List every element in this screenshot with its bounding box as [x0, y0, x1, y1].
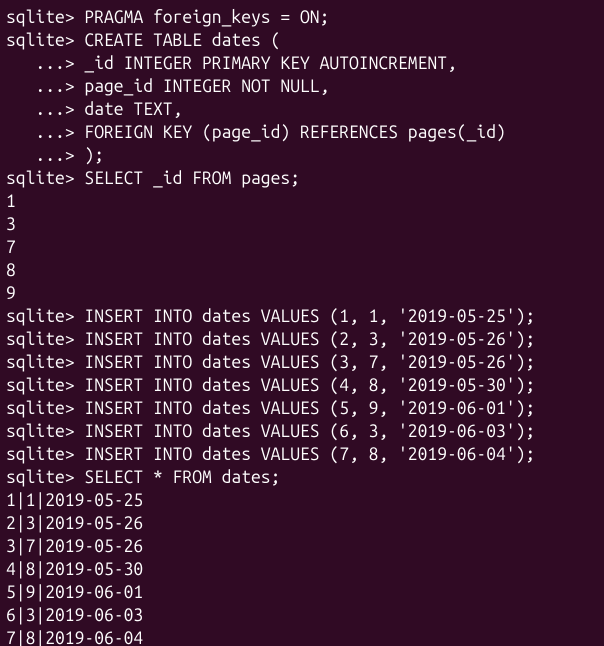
command-text: date TEXT,: [84, 100, 182, 119]
terminal-line: ...> FOREIGN KEY (page_id) REFERENCES pa…: [6, 121, 598, 144]
terminal-line: 1|1|2019-05-25: [6, 489, 598, 512]
terminal-line: ...> );: [6, 144, 598, 167]
sqlite-prompt: sqlite>: [6, 445, 84, 464]
continuation-prompt: ...>: [6, 100, 84, 119]
terminal-line: sqlite> INSERT INTO dates VALUES (2, 3, …: [6, 328, 598, 351]
terminal-line: 4|8|2019-05-30: [6, 558, 598, 581]
continuation-prompt: ...>: [6, 123, 84, 142]
continuation-prompt: ...>: [6, 54, 84, 73]
output-text: 8: [6, 261, 16, 280]
sqlite-prompt: sqlite>: [6, 353, 84, 372]
command-text: CREATE TABLE dates (: [84, 31, 280, 50]
command-text: PRAGMA foreign_keys = ON;: [84, 8, 329, 27]
command-text: page_id INTEGER NOT NULL,: [84, 77, 329, 96]
terminal-line: sqlite> CREATE TABLE dates (: [6, 29, 598, 52]
terminal-line: 8: [6, 259, 598, 282]
continuation-prompt: ...>: [6, 146, 84, 165]
terminal-line: 9: [6, 282, 598, 305]
terminal-line: sqlite> INSERT INTO dates VALUES (5, 9, …: [6, 397, 598, 420]
command-text: INSERT INTO dates VALUES (7, 8, '2019-06…: [84, 445, 535, 464]
command-text: INSERT INTO dates VALUES (6, 3, '2019-06…: [84, 422, 535, 441]
sqlite-prompt: sqlite>: [6, 330, 84, 349]
sqlite-prompt: sqlite>: [6, 376, 84, 395]
terminal-line: 1: [6, 190, 598, 213]
command-text: _id INTEGER PRIMARY KEY AUTOINCREMENT,: [84, 54, 456, 73]
terminal-line: sqlite> INSERT INTO dates VALUES (6, 3, …: [6, 420, 598, 443]
output-text: 5|9|2019-06-01: [6, 583, 143, 602]
terminal-line: 3|7|2019-05-26: [6, 535, 598, 558]
terminal-line: 5|9|2019-06-01: [6, 581, 598, 604]
command-text: FOREIGN KEY (page_id) REFERENCES pages(_…: [84, 123, 505, 142]
output-text: 3: [6, 215, 16, 234]
command-text: INSERT INTO dates VALUES (1, 1, '2019-05…: [84, 307, 535, 326]
terminal-line: ...> _id INTEGER PRIMARY KEY AUTOINCREME…: [6, 52, 598, 75]
sqlite-prompt: sqlite>: [6, 169, 84, 188]
sqlite-prompt: sqlite>: [6, 399, 84, 418]
sqlite-prompt: sqlite>: [6, 8, 84, 27]
output-text: 7: [6, 238, 16, 257]
output-text: 2|3|2019-05-26: [6, 514, 143, 533]
output-text: 1: [6, 192, 16, 211]
command-text: );: [84, 146, 104, 165]
output-text: 7|8|2019-06-04: [6, 629, 143, 646]
sqlite-prompt: sqlite>: [6, 31, 84, 50]
terminal-line: 7: [6, 236, 598, 259]
command-text: INSERT INTO dates VALUES (5, 9, '2019-06…: [84, 399, 535, 418]
terminal-line: sqlite> SELECT * FROM dates;: [6, 466, 598, 489]
terminal-line: sqlite> SELECT _id FROM pages;: [6, 167, 598, 190]
continuation-prompt: ...>: [6, 77, 84, 96]
sqlite-prompt: sqlite>: [6, 307, 84, 326]
terminal-line: 3: [6, 213, 598, 236]
terminal-line: 6|3|2019-06-03: [6, 604, 598, 627]
terminal-line: 7|8|2019-06-04: [6, 627, 598, 646]
output-text: 9: [6, 284, 16, 303]
sqlite-prompt: sqlite>: [6, 468, 84, 487]
terminal-line: sqlite> INSERT INTO dates VALUES (1, 1, …: [6, 305, 598, 328]
output-text: 6|3|2019-06-03: [6, 606, 143, 625]
command-text: INSERT INTO dates VALUES (3, 7, '2019-05…: [84, 353, 535, 372]
terminal-line: sqlite> INSERT INTO dates VALUES (7, 8, …: [6, 443, 598, 466]
terminal-output[interactable]: sqlite> PRAGMA foreign_keys = ON;sqlite>…: [0, 0, 604, 646]
command-text: INSERT INTO dates VALUES (4, 8, '2019-05…: [84, 376, 535, 395]
terminal-line: ...> page_id INTEGER NOT NULL,: [6, 75, 598, 98]
command-text: INSERT INTO dates VALUES (2, 3, '2019-05…: [84, 330, 535, 349]
output-text: 1|1|2019-05-25: [6, 491, 143, 510]
terminal-line: sqlite> INSERT INTO dates VALUES (3, 7, …: [6, 351, 598, 374]
sqlite-prompt: sqlite>: [6, 422, 84, 441]
output-text: 4|8|2019-05-30: [6, 560, 143, 579]
terminal-line: ...> date TEXT,: [6, 98, 598, 121]
command-text: SELECT _id FROM pages;: [84, 169, 300, 188]
output-text: 3|7|2019-05-26: [6, 537, 143, 556]
terminal-line: sqlite> INSERT INTO dates VALUES (4, 8, …: [6, 374, 598, 397]
terminal-line: 2|3|2019-05-26: [6, 512, 598, 535]
command-text: SELECT * FROM dates;: [84, 468, 280, 487]
terminal-line: sqlite> PRAGMA foreign_keys = ON;: [6, 6, 598, 29]
